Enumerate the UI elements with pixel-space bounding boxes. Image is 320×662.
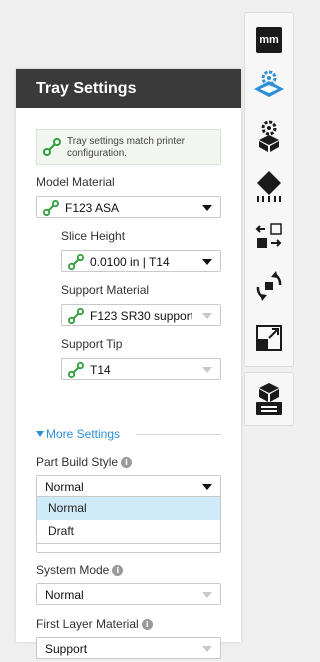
option-draft[interactable]: Draft [37,520,220,543]
slice-height-value: 0.0100 in | T14 [90,255,170,269]
model-material-value: F123 ASA [65,201,120,215]
part-settings-icon [259,120,279,152]
arrange-button[interactable] [245,213,293,259]
right-toolbar: mm [244,12,294,367]
scale-button[interactable] [245,315,293,361]
chevron-down-icon [202,367,212,373]
info-icon[interactable]: i [141,619,153,630]
rotate-icon [256,271,282,301]
part-settings-button[interactable] [245,113,293,159]
material-link-icon [68,362,84,378]
part-build-style-label: Part Build Style i [36,455,133,469]
chevron-down-icon [202,646,212,652]
support-material-label: Support Material [61,283,150,297]
info-icon[interactable]: i [112,565,124,576]
material-link-icon [43,200,59,216]
support-tip-select[interactable]: T14 [61,358,221,380]
part-build-style-value: Normal [45,480,84,494]
system-mode-label: System Mode i [36,563,124,577]
chevron-down-icon [202,592,212,598]
arrange-icon [255,223,282,248]
material-link-icon [43,138,61,156]
units-button[interactable]: mm [245,17,293,63]
units-icon: mm [256,27,282,53]
panel-body: Tray settings match printer configuratio… [16,108,241,659]
model-material-select[interactable]: F123 ASA [36,196,221,218]
tray-settings-button[interactable] [245,63,293,109]
tray-settings-icon [254,70,284,97]
notice-text: Tray settings match printer configuratio… [67,136,186,159]
part-build-style-text: Part Build Style [36,455,119,469]
support-material-select[interactable]: F123 SR30 support [61,304,221,326]
more-settings-label: More Settings [46,427,121,441]
system-mode-text: System Mode [36,563,110,577]
print-toolbar [244,372,294,426]
part-build-style-select[interactable]: Normal [36,475,221,497]
system-mode-select[interactable]: Normal [36,583,221,605]
support-tip-value: T14 [90,363,111,377]
first-layer-material-label: First Layer Material i [36,617,153,631]
info-icon[interactable]: i [121,457,133,468]
slice-height-select[interactable]: 0.0100 in | T14 [61,250,221,272]
first-layer-material-select[interactable]: Support [36,637,221,659]
tray-settings-panel: Tray Settings Tray settings match printe… [16,69,241,659]
print-queue-button[interactable] [245,376,293,422]
slice-height-label: Slice Height [61,229,126,243]
rotate-button[interactable] [245,263,293,309]
support-tip-label: Support Tip [61,337,123,351]
select-peek [36,544,221,553]
settings-match-notice: Tray settings match printer configuratio… [36,129,221,165]
caret-down-icon [36,431,44,437]
panel-title: Tray Settings [16,69,241,108]
part-build-style-dropdown: Normal Draft [36,497,221,544]
orient-icon [257,171,281,202]
chevron-down-icon [202,205,212,211]
support-material-value: F123 SR30 support [90,309,192,323]
material-link-icon [68,308,84,324]
chevron-down-icon [202,259,212,265]
model-material-label: Model Material [36,175,115,189]
first-layer-material-text: First Layer Material [36,617,139,631]
option-normal[interactable]: Normal [37,497,220,520]
section-divider [136,434,221,435]
more-settings-toggle[interactable]: More Settings [36,427,221,441]
chevron-down-icon [202,313,212,319]
print-queue-icon [256,383,282,415]
material-link-icon [68,254,84,270]
orient-button[interactable] [245,163,293,209]
scale-icon [256,325,282,351]
chevron-down-icon [202,484,212,490]
first-layer-material-value: Support [45,642,88,656]
system-mode-value: Normal [45,588,84,602]
